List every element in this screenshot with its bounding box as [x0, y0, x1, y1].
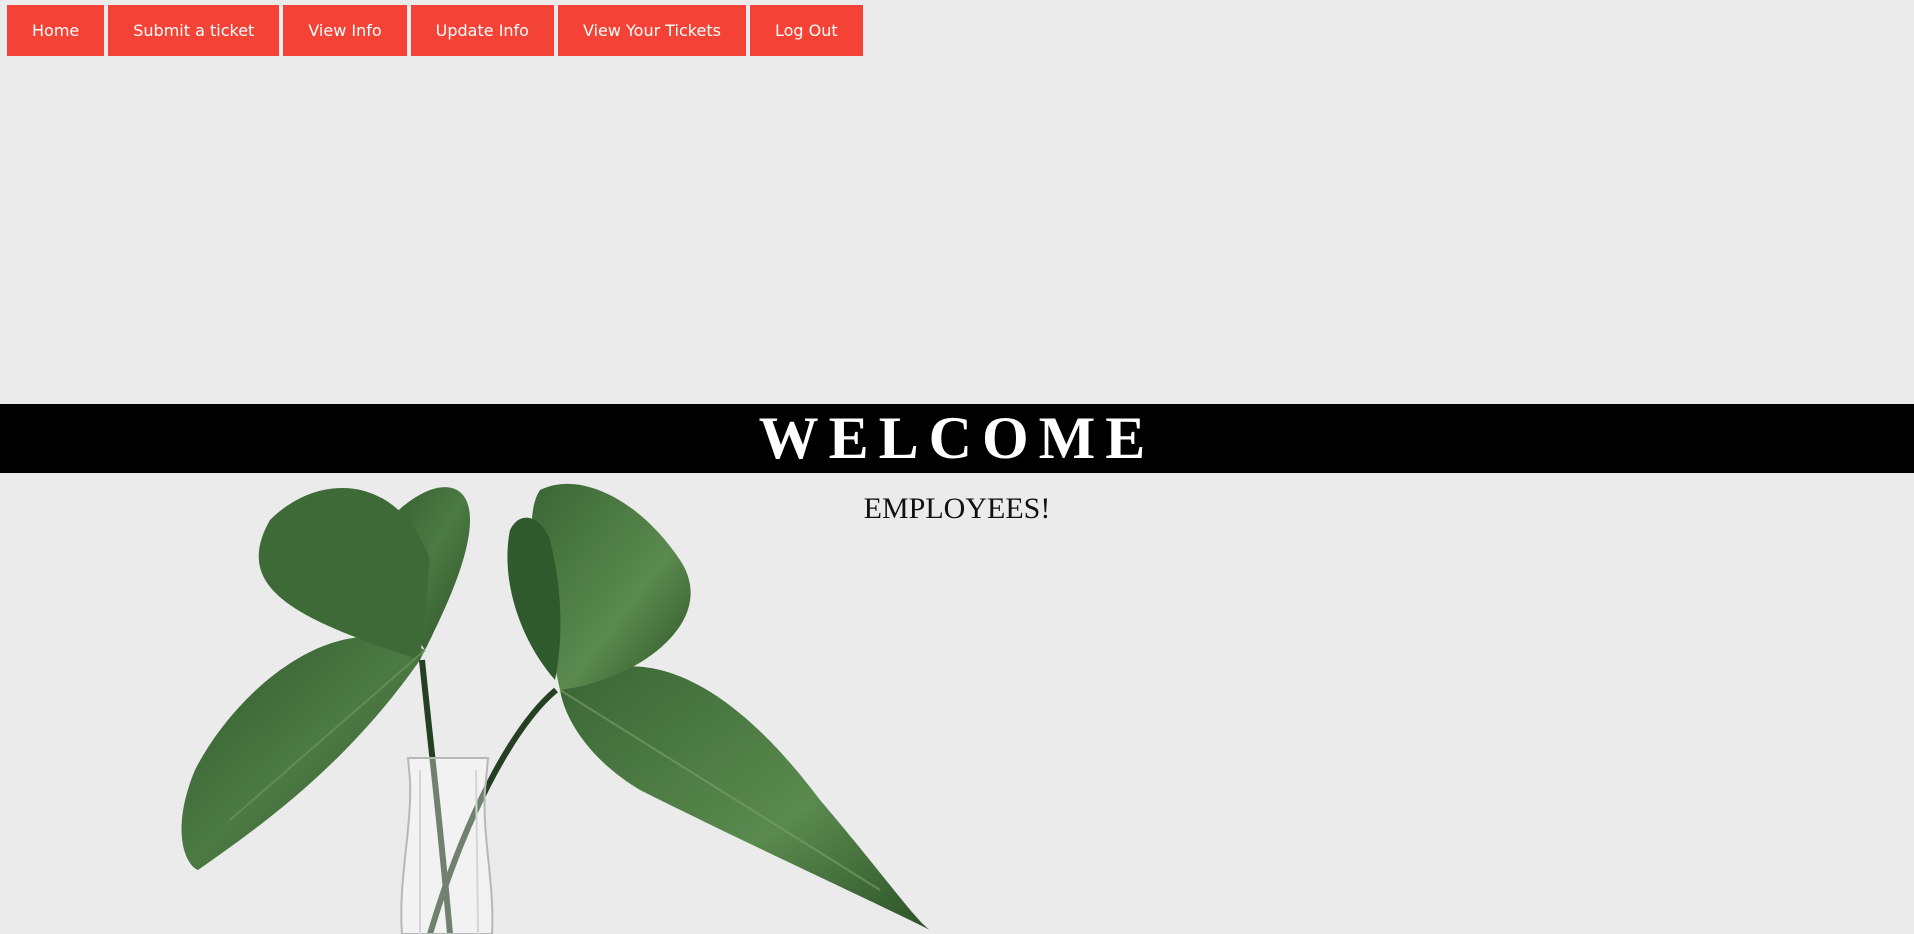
nav-update-info-button[interactable]: Update Info [410, 5, 554, 56]
nav-view-tickets-button[interactable]: View Your Tickets [557, 5, 746, 56]
nav-submit-ticket-button[interactable]: Submit a ticket [108, 5, 280, 56]
nav-log-out-button[interactable]: Log Out [749, 5, 863, 56]
welcome-banner: WELCOME [0, 404, 1914, 473]
top-nav-bar: Home Submit a ticket View Info Update In… [7, 5, 863, 56]
nav-home-button[interactable]: Home [7, 5, 105, 56]
employees-subtitle: EMPLOYEES! [863, 492, 1051, 525]
nav-view-info-button[interactable]: View Info [283, 5, 407, 56]
